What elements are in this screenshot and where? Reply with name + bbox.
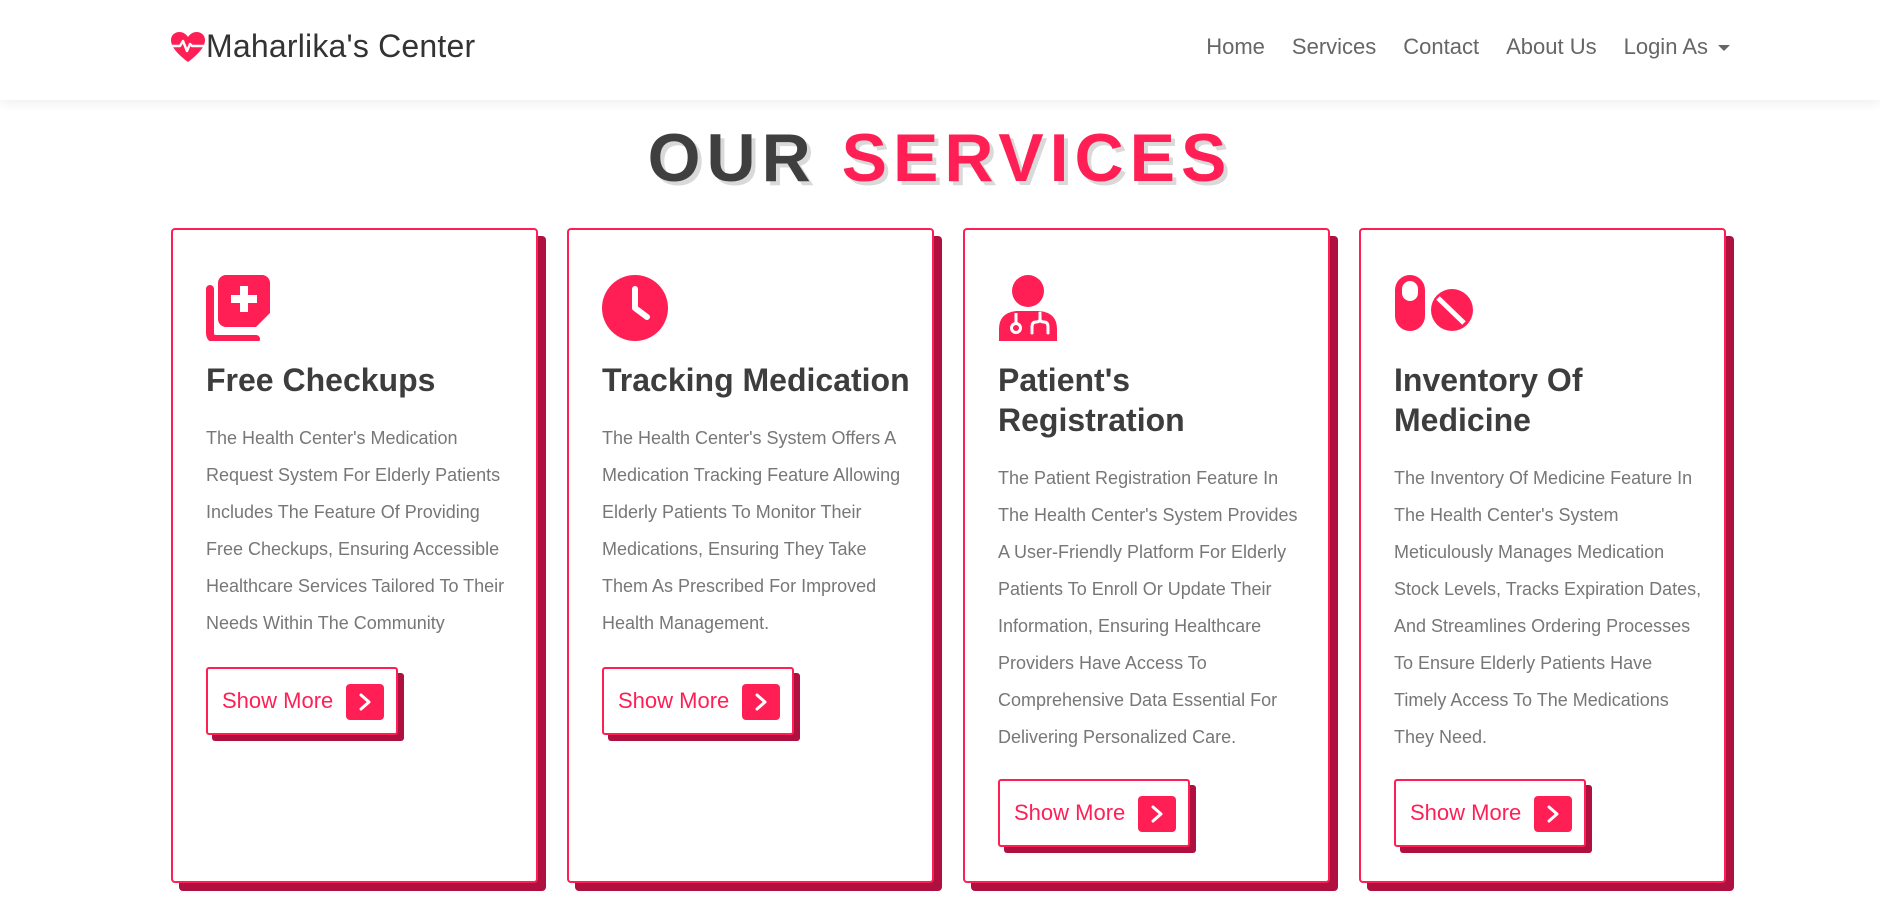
section-title: OUR SERVICES [0,118,1880,198]
heart-pulse-icon [169,31,207,63]
brand-link[interactable]: Maharlika's Center [169,28,476,65]
section-title-part2: SERVICES [841,120,1233,196]
show-more-label: Show More [1014,800,1126,825]
service-card-tracking-medication: Tracking Medication The Health Center's … [567,228,934,883]
show-more-label: Show More [618,688,730,713]
card-description: The Inventory Of Medicine Feature In The… [1394,468,1702,747]
navbar: Maharlika's Center Home Services Contact… [0,0,1880,100]
nav-contact[interactable]: Contact [1403,34,1479,60]
show-more-label: Show More [222,688,334,713]
show-more-button[interactable]: Show More [602,667,794,735]
show-more-button[interactable]: Show More [206,667,398,735]
nav-home[interactable]: Home [1206,34,1265,60]
card-title: Inventory Of Medicine [1394,362,1583,438]
card-title: Free Checkups [206,362,436,398]
login-as-dropdown[interactable]: Login As [1624,34,1730,60]
chevron-right-icon [346,684,384,720]
chevron-right-icon [742,684,780,720]
login-as-label: Login As [1623,34,1708,59]
show-more-label: Show More [1410,800,1522,825]
card-title: Tracking Medication [602,362,910,398]
chevron-right-icon [1534,796,1572,832]
pills-icon [1394,275,1473,341]
user-doctor-icon [998,275,1064,341]
nav-services[interactable]: Services [1292,34,1376,60]
card-description: The Patient Registration Feature In The … [998,468,1298,747]
show-more-button[interactable]: Show More [998,779,1190,847]
notes-medical-icon [206,275,272,343]
service-card-free-checkups: Free Checkups The Health Center's Medica… [171,228,538,883]
service-card-inventory-of-medicine: Inventory Of Medicine The Inventory Of M… [1359,228,1726,883]
nav-links: Home Services Contact About Us Login As [1179,34,1730,60]
nav-about-us[interactable]: About Us [1506,34,1597,60]
service-card-patient-registration: Patient's Registration The Patient Regis… [963,228,1330,883]
chevron-right-icon [1138,796,1176,832]
caret-down-icon [1718,45,1730,51]
show-more-button[interactable]: Show More [1394,779,1586,847]
brand-name: Maharlika's Center [206,28,476,64]
card-description: The Health Center's Medication Request S… [206,428,505,633]
clock-icon [602,275,668,341]
card-title: Patient's Registration [998,362,1185,438]
section-title-part1: OUR [647,120,817,196]
card-description: The Health Center's System Offers A Medi… [602,428,901,633]
